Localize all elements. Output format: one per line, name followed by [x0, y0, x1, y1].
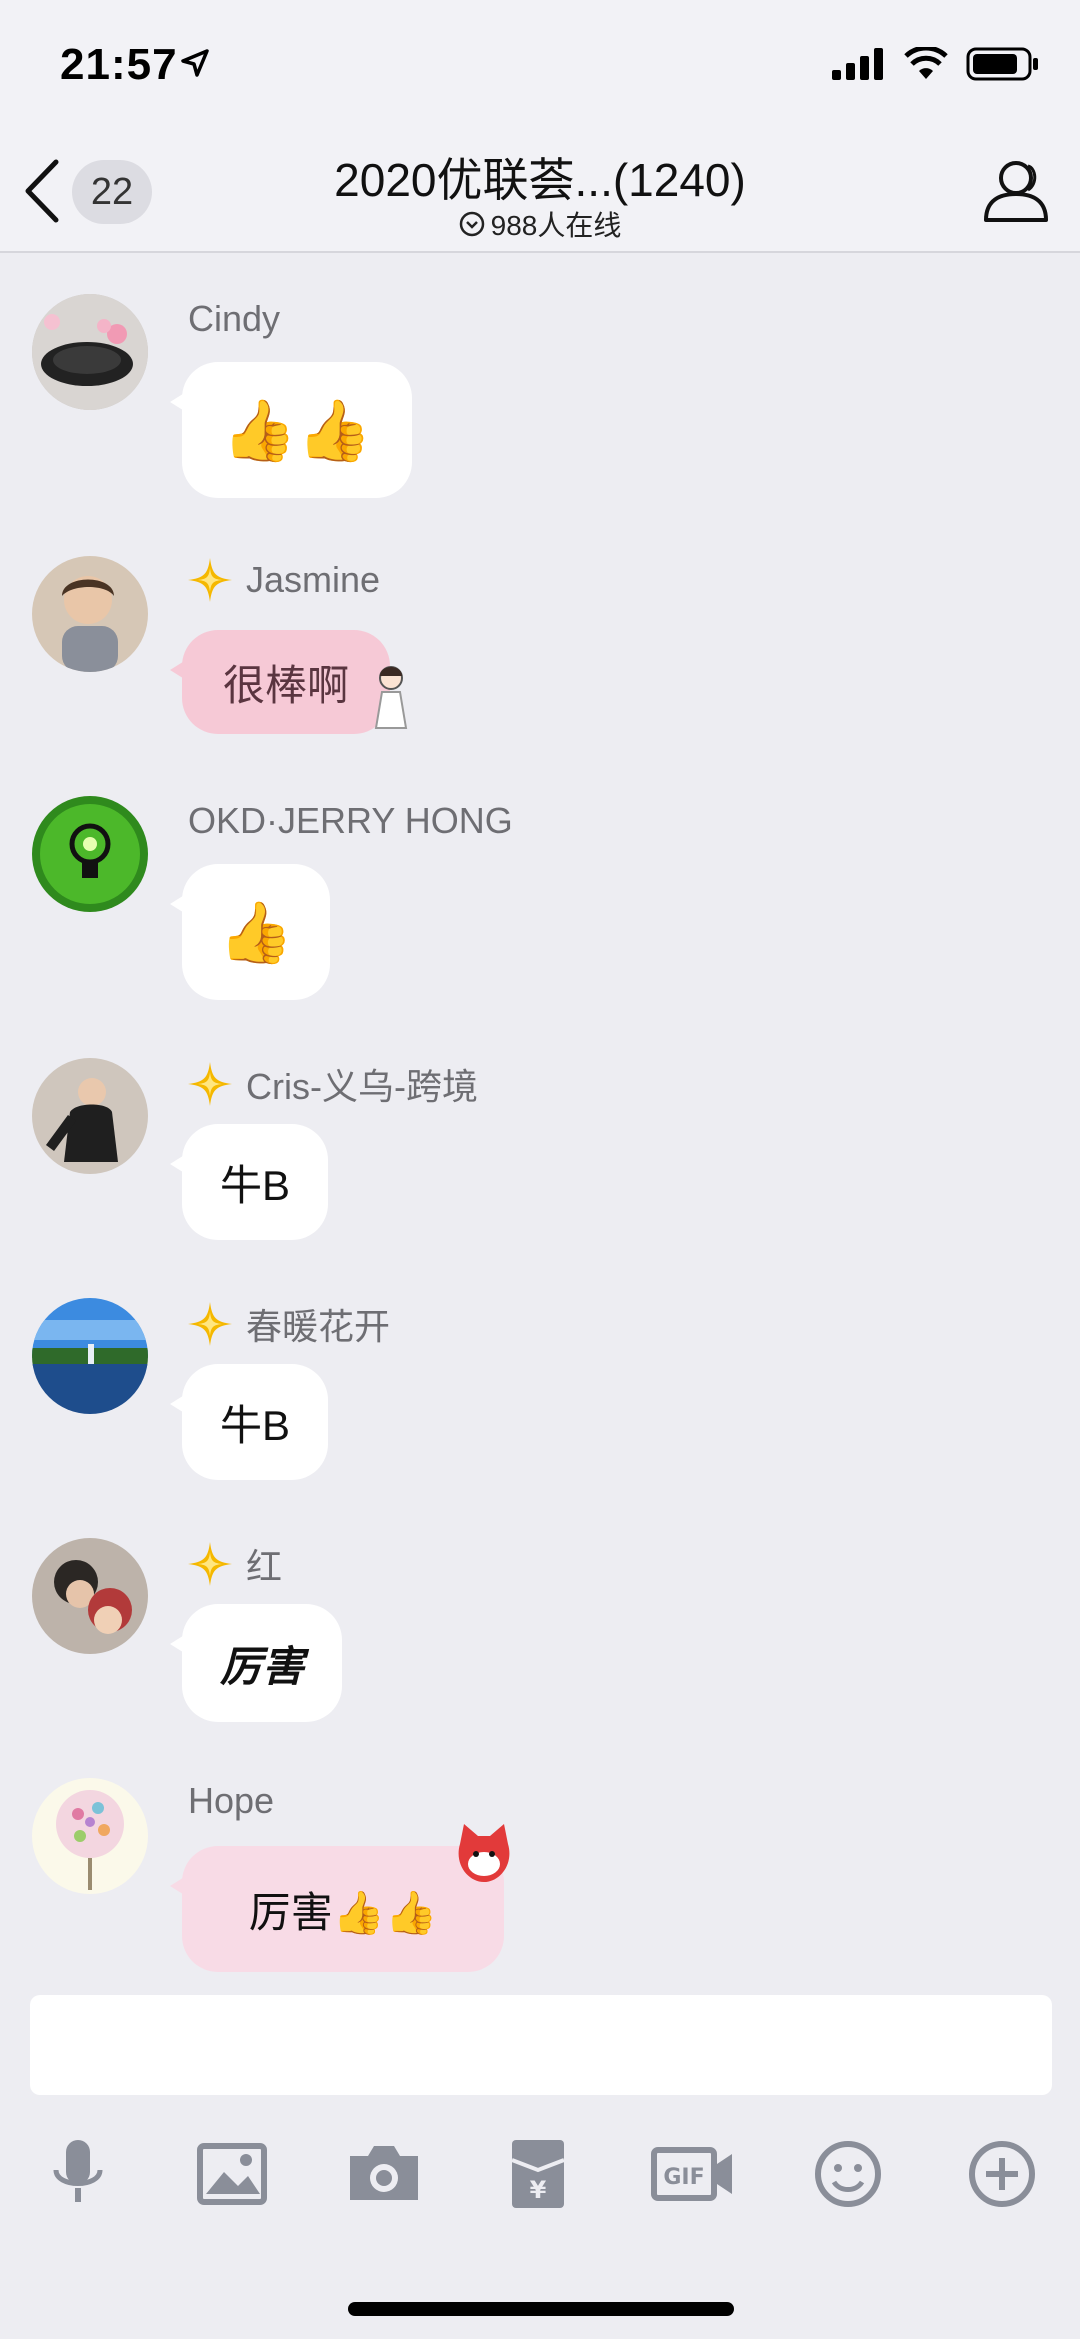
bubble-decoration-fox-icon [458, 1824, 510, 1882]
svg-text:¥: ¥ [530, 2176, 547, 2204]
microphone-icon[interactable] [38, 2134, 118, 2214]
gold-star-badge-icon [188, 1302, 232, 1346]
sender-name: 春暖花开 [246, 1306, 391, 1347]
status-time: 21:57 [60, 40, 178, 89]
avatar[interactable] [32, 1058, 148, 1174]
avatar[interactable] [32, 1538, 148, 1654]
message-text: 很棒啊 [222, 661, 349, 709]
chevron-circle-down-icon [459, 211, 484, 237]
message-bubble[interactable]: 👍👍 [170, 362, 412, 498]
status-bar: 21:57 [0, 0, 1080, 130]
chat-toolbar: ¥ GIF [0, 2120, 1080, 2230]
cellular-signal-icon [832, 48, 883, 80]
message-item: Cris-义乌-跨境 牛B [0, 1054, 1080, 1254]
message-text: 👍👍 [222, 396, 372, 464]
chat-title[interactable]: 2020优联荟...(1240) [0, 144, 1080, 210]
avatar-image [32, 1298, 148, 1414]
message-bubble[interactable]: 牛B [170, 1364, 328, 1480]
avatar[interactable] [32, 796, 148, 912]
avatar[interactable] [32, 1778, 148, 1894]
home-indicator[interactable] [348, 2302, 734, 2316]
svg-text:GIF: GIF [663, 2165, 704, 2190]
message-bubble[interactable]: 牛B [170, 1124, 328, 1240]
sender-name: Jasmine [246, 559, 381, 600]
image-icon[interactable] [192, 2134, 272, 2214]
message-text: 牛B [219, 1401, 290, 1449]
bubble-decoration-girl-icon [374, 666, 408, 729]
gold-star-badge-icon [188, 1542, 232, 1586]
status-indicators [832, 46, 1040, 82]
chat-header: 22 2020优联荟...(1240) 988人在线 [0, 130, 1080, 253]
message-bubble[interactable]: 厉害 [170, 1604, 342, 1722]
message-item: 春暖花开 牛B [0, 1294, 1080, 1494]
red-packet-icon[interactable]: ¥ [498, 2134, 578, 2214]
camera-icon[interactable] [344, 2134, 424, 2214]
message-text: 牛B [219, 1161, 290, 1209]
battery-icon [966, 47, 1038, 81]
message-text: 👍 [218, 898, 294, 966]
sender-name: Cindy [188, 298, 281, 339]
avatar-image [32, 796, 148, 912]
avatar[interactable] [32, 1298, 148, 1414]
location-arrow-icon [181, 49, 209, 77]
sender-name: Cris-义乌-跨境 [246, 1066, 478, 1107]
message-input[interactable] [30, 1995, 1052, 2095]
group-members-icon[interactable] [978, 154, 1054, 230]
plus-icon[interactable] [962, 2134, 1042, 2214]
message-item: Hope 厉害👍👍 [0, 1776, 1080, 1986]
message-item: Cindy 👍👍 [0, 290, 1080, 510]
sender-name: OKD·JERRY HONG [188, 800, 513, 841]
emoji-icon[interactable] [808, 2134, 888, 2214]
message-bubble[interactable]: 很棒啊 [170, 630, 390, 734]
avatar-image [32, 556, 148, 672]
avatar-image [32, 1778, 148, 1894]
online-count-text: 988人在线 [490, 210, 622, 241]
avatar-image [32, 294, 148, 410]
wifi-icon [904, 47, 948, 79]
sender-name: Hope [188, 1780, 275, 1821]
sender-name: 红 [246, 1546, 283, 1587]
avatar[interactable] [32, 294, 148, 410]
gif-icon[interactable]: GIF [650, 2134, 736, 2214]
message-text: 厉害 [219, 1641, 304, 1691]
message-text: 厉害👍👍 [248, 1888, 438, 1936]
message-bubble[interactable]: 👍 [170, 864, 330, 1000]
avatar-image [32, 1538, 148, 1654]
avatar-image [32, 1058, 148, 1174]
gold-star-badge-icon [188, 1062, 232, 1106]
gold-star-badge-icon [188, 558, 232, 602]
message-item: 红 厉害 [0, 1534, 1080, 1744]
message-item: Jasmine 很棒啊 [0, 552, 1080, 752]
avatar[interactable] [32, 556, 148, 672]
online-status[interactable]: 988人在线 [0, 204, 1080, 244]
message-item: OKD·JERRY HONG 👍 [0, 792, 1080, 1012]
